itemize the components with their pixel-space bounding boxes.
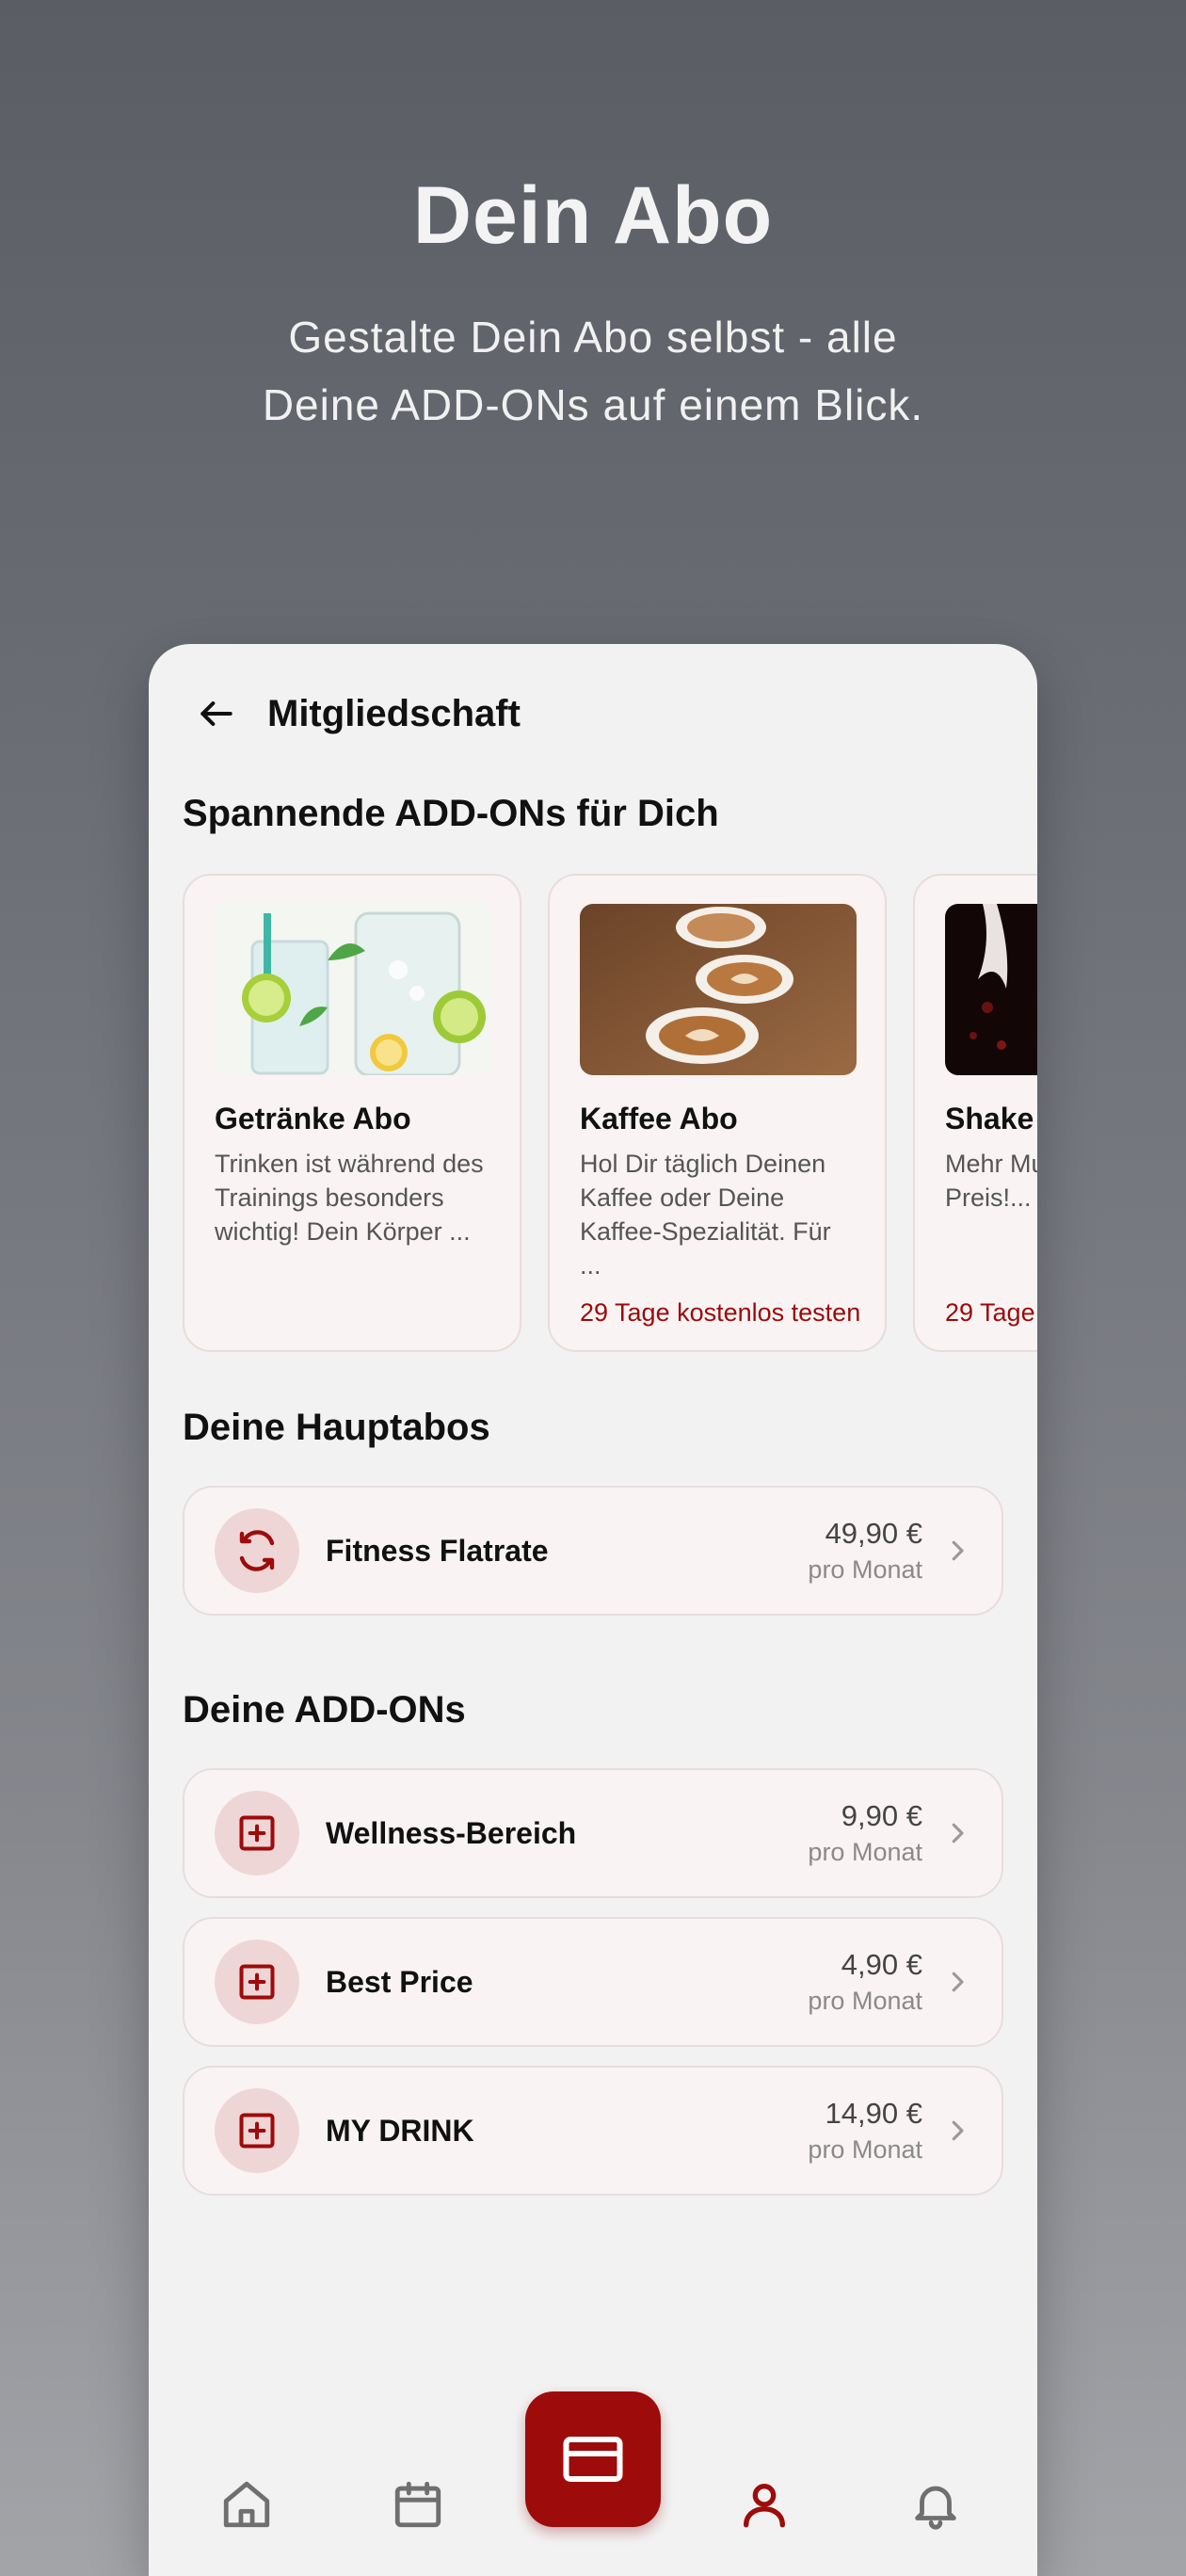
price-block: 9,90 € pro Monat [808, 1797, 922, 1869]
plus-square-icon [215, 1791, 299, 1876]
coffee-image [580, 904, 857, 1075]
price-period: pro Monat [808, 1987, 922, 2015]
price-block: 14,90 € pro Monat [808, 2095, 922, 2166]
addon-card[interactable]: Shake & Abo Mehr Mu auf alles Preis!... … [913, 874, 1037, 1352]
main-subscriptions-title: Deine Hauptabos [183, 1407, 490, 1448]
hero-subtitle-line2: Deine ADD-ONs auf einem Blick. [262, 380, 924, 429]
addon-label: MY DRINK [326, 2113, 474, 2148]
plus-square-icon [215, 1940, 299, 2024]
home-icon [223, 2481, 270, 2528]
chevron-right-icon [952, 1823, 964, 1843]
price-block: 49,90 € pro Monat [808, 1515, 922, 1586]
top-bar: Mitgliedschaft [196, 678, 521, 749]
addon-carousel[interactable]: Getränke Abo Trinken ist während des Tra… [183, 874, 1037, 1356]
card-title: Getränke Abo [215, 1102, 411, 1135]
chevron-right-icon [952, 1540, 964, 1561]
trial-link[interactable]: 29 Tage k [945, 1298, 1037, 1328]
nav-home[interactable] [216, 2474, 277, 2535]
price-period: pro Monat [808, 2135, 922, 2164]
trial-link[interactable]: 29 Tage kostenlos testen [580, 1298, 860, 1328]
nav-notifications[interactable] [906, 2474, 966, 2535]
card-title: Kaffee Abo [580, 1102, 738, 1135]
bell-icon [915, 2486, 956, 2530]
addon-card[interactable]: Getränke Abo Trinken ist während des Tra… [183, 874, 521, 1352]
hero-subtitle: Gestalte Dein Abo selbst - alle Deine AD… [0, 303, 1186, 439]
card-description: Mehr Mu auf alles Preis!... [945, 1150, 1037, 1212]
nav-profile[interactable] [734, 2474, 794, 2535]
price: 9,90 € [841, 1799, 922, 1832]
chevron-right-icon [952, 2120, 964, 2141]
card-title: Shake & Abo [945, 1102, 1037, 1135]
addon-label: Wellness-Bereich [326, 1815, 577, 1850]
bottom-navigation [149, 2388, 1037, 2576]
price-block: 4,90 € pro Monat [808, 1946, 922, 2018]
addons-section-title: Spannende ADD-ONs für Dich [183, 793, 719, 834]
price-period: pro Monat [808, 1838, 922, 1866]
addon-label: Best Price [326, 1964, 473, 1999]
hero-subtitle-line1: Gestalte Dein Abo selbst - alle [288, 313, 898, 362]
my-addons-title: Deine ADD-ONs [183, 1689, 466, 1731]
phone-screen: Mitgliedschaft Spannende ADD-ONs für Dic… [149, 644, 1037, 2576]
addon-row[interactable]: Best Price 4,90 € pro Monat [183, 1917, 1003, 2047]
price-period: pro Monat [808, 1555, 922, 1584]
price: 4,90 € [841, 1948, 922, 1981]
nav-membership[interactable] [525, 2391, 661, 2527]
refresh-icon [215, 1508, 299, 1593]
addon-row[interactable]: Wellness-Bereich 9,90 € pro Monat [183, 1768, 1003, 1898]
subscription-label: Fitness Flatrate [326, 1533, 549, 1568]
addon-row[interactable]: MY DRINK 14,90 € pro Monat [183, 2066, 1003, 2196]
user-icon [744, 2484, 785, 2528]
nav-calendar[interactable] [388, 2474, 448, 2535]
addon-card[interactable]: Kaffee Abo Hol Dir täglich Deinen Kaffee… [548, 874, 887, 1352]
subscription-row[interactable]: Fitness Flatrate 49,90 € pro Monat [183, 1486, 1003, 1616]
chevron-right-icon [952, 1972, 964, 1992]
card-description: Hol Dir täglich Deinen Kaffee oder Deine… [580, 1150, 831, 1280]
calendar-icon [394, 2481, 441, 2528]
card-icon [563, 2437, 623, 2482]
arrow-left-icon[interactable] [196, 693, 237, 734]
price: 49,90 € [825, 1517, 922, 1550]
page-title: Mitgliedschaft [267, 692, 521, 734]
drinks-image [215, 904, 491, 1075]
card-description: Trinken ist während des Trainings besond… [215, 1150, 484, 1246]
price: 14,90 € [825, 2097, 922, 2130]
plus-square-icon [215, 2088, 299, 2173]
shake-image [945, 904, 1037, 1075]
hero-title: Dein Abo [412, 170, 774, 261]
